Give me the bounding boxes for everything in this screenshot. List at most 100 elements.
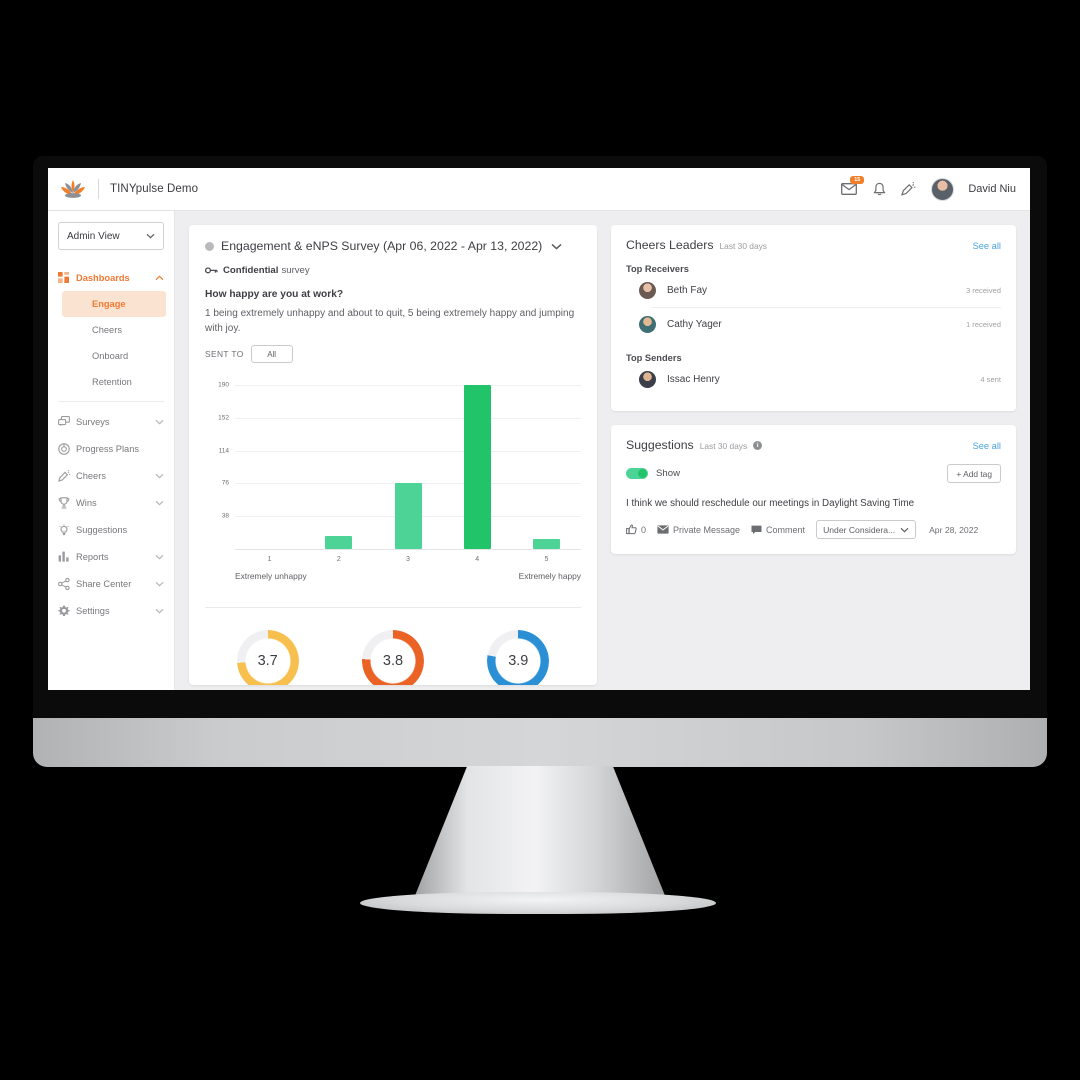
avatar (639, 282, 656, 299)
suggestions-controls: Show + Add tag (626, 464, 1001, 483)
sidebar-item-wins[interactable]: Wins (48, 489, 174, 516)
sent-to-label: SENT TO (205, 349, 244, 359)
axis-start-label: Extremely unhappy (235, 571, 307, 581)
sidebar-item-label: Surveys (76, 416, 110, 427)
sidebar-nav: Dashboards Engage Cheers Onboard Retenti… (48, 264, 174, 624)
list-item[interactable]: Beth Fay 3 received (626, 274, 1001, 307)
survey-bar-chart: 190 152 114 76 38 1 2 3 4 5 Extremely un… (205, 377, 581, 581)
confidential-row: Confidential survey (205, 265, 581, 276)
mail-badge: 15 (850, 176, 865, 184)
sidebar-item-progress-plans[interactable]: Progress Plans (48, 435, 174, 462)
x-tick-label: 2 (336, 556, 341, 563)
comment-icon (751, 525, 762, 535)
chevron-down-icon (155, 581, 164, 587)
chart-bar[interactable] (463, 385, 491, 549)
info-icon[interactable]: i (753, 440, 763, 450)
show-toggle[interactable] (626, 468, 648, 479)
sidebar-subitem-label: Cheers (92, 325, 122, 335)
like-button[interactable]: 0 (626, 524, 646, 535)
chart-bar[interactable] (394, 482, 422, 549)
like-count: 0 (641, 524, 647, 535)
chart-x-axis (235, 549, 581, 550)
brand[interactable]: TINYpulse Demo (48, 177, 198, 201)
gauge-value: 3.8 (382, 653, 404, 669)
sidebar-subitem-retention[interactable]: Retention (62, 369, 166, 395)
sidebar-item-dashboards[interactable]: Dashboards (48, 264, 174, 291)
confidential-suffix: survey (281, 265, 310, 276)
sent-to-filter[interactable]: All (250, 345, 293, 363)
chevron-down-icon[interactable] (551, 243, 562, 250)
sidebar-item-label: Progress Plans (76, 443, 140, 454)
grid-icon (58, 272, 73, 283)
gauge: 3.7 (236, 630, 299, 685)
comment-label: Comment (766, 524, 806, 535)
sidebar-subitem-cheers[interactable]: Cheers (62, 317, 166, 343)
suggestions-see-all-link[interactable]: See all (973, 441, 1001, 451)
cheers-see-all-link[interactable]: See all (973, 241, 1001, 251)
view-selector-label: Admin View (67, 230, 120, 242)
comment-button[interactable]: Comment (751, 525, 805, 535)
chevron-down-icon (155, 608, 164, 614)
survey-title-row[interactable]: Engagement & eNPS Survey (Apr 06, 2022 -… (205, 239, 581, 253)
chart-bar[interactable] (325, 536, 353, 549)
suggestions-title: Suggestions (626, 438, 694, 452)
sidebar-subitem-onboard[interactable]: Onboard (62, 343, 166, 369)
bar-slot (443, 385, 512, 549)
thumbs-up-icon (626, 524, 637, 535)
chart-bar[interactable] (532, 538, 560, 549)
y-tick-label: 190 (218, 381, 229, 389)
sidebar-divider (58, 401, 164, 402)
sidebar-subitem-label: Engage (92, 299, 126, 309)
mail-icon[interactable]: 15 (841, 176, 865, 197)
megaphone-icon[interactable] (901, 181, 917, 197)
view-selector[interactable]: Admin View (58, 222, 164, 250)
screenshot-stage: TINYpulse Demo 15 David Niu Admin View D… (0, 0, 1080, 1080)
monitor-stand (410, 766, 670, 908)
header-divider (98, 179, 99, 199)
person-count: 3 received (965, 286, 1001, 295)
person-name: Beth Fay (667, 285, 708, 296)
sidebar-subitem-engage[interactable]: Engage (62, 291, 166, 317)
sidebar-item-reports[interactable]: Reports (48, 543, 174, 570)
sidebar-item-suggestions[interactable]: Suggestions (48, 516, 174, 543)
show-toggle-label: Show (656, 468, 680, 479)
bell-icon[interactable] (871, 181, 887, 197)
suggestions-card: Suggestions Last 30 days i See all Show … (611, 425, 1016, 554)
chart-end-labels: Extremely unhappy Extremely happy (235, 571, 581, 581)
add-tag-button[interactable]: + Add tag (947, 464, 1001, 483)
sidebar-item-surveys[interactable]: Surveys (48, 408, 174, 435)
bar-slot (512, 385, 581, 549)
sidebar: Admin View Dashboards Engage Cheers Onbo… (48, 211, 175, 690)
bar-chart-icon (58, 551, 73, 562)
sidebar-item-share-center[interactable]: Share Center (48, 570, 174, 597)
main-content: Engagement & eNPS Survey (Apr 06, 2022 -… (175, 211, 1030, 690)
avatar[interactable] (931, 177, 955, 201)
left-column: Engagement & eNPS Survey (Apr 06, 2022 -… (189, 225, 597, 690)
brand-name: TINYpulse Demo (110, 183, 199, 195)
chevron-down-icon (155, 473, 164, 479)
private-message-button[interactable]: Private Message (657, 525, 740, 535)
bar-slot (304, 385, 373, 549)
axis-end-label: Extremely happy (518, 571, 581, 581)
chevron-down-icon (155, 500, 164, 506)
sidebar-item-cheers[interactable]: Cheers (48, 462, 174, 489)
sidebar-item-settings[interactable]: Settings (48, 597, 174, 624)
lotus-logo-icon (58, 177, 88, 201)
sidebar-item-label: Dashboards (76, 272, 130, 283)
avatar (639, 316, 656, 333)
suggestion-status-value: Under Considera... (823, 524, 896, 535)
sidebar-subitem-label: Onboard (92, 351, 129, 361)
private-message-label: Private Message (673, 524, 741, 535)
list-item[interactable]: Issac Henry 4 sent (626, 363, 1001, 396)
list-item[interactable]: Cathy Yager 1 received (626, 308, 1001, 341)
cheers-title: Cheers Leaders (626, 238, 714, 252)
x-tick-label: 3 (406, 556, 410, 563)
suggestions-header: Suggestions Last 30 days i See all (626, 438, 1001, 452)
confidential-label: Confidential (223, 265, 279, 276)
gauge-value: 3.7 (257, 653, 278, 669)
survey-question: How happy are you at work? (205, 289, 344, 300)
page-title: Engagement & eNPS Survey (Apr 06, 2022 -… (221, 239, 543, 253)
suggestion-status-select[interactable]: Under Considera... (816, 520, 917, 539)
chevron-down-icon (155, 554, 164, 560)
monitor-stand-base (360, 892, 716, 914)
